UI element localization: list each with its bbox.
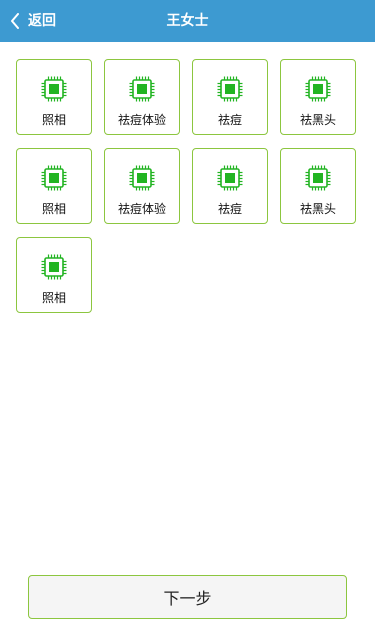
service-tile[interactable]: 祛痘体验 <box>104 148 180 224</box>
service-label: 照相 <box>41 291 66 305</box>
service-label: 祛黑头 <box>299 113 336 127</box>
app-root: 返回 王女士 照相 祛痘体验 祛痘 祛黑头 照相 祛痘体验 祛痘 祛黑头 照相 … <box>0 0 375 630</box>
service-tile[interactable]: 祛痘体验 <box>104 59 180 135</box>
service-label: 照相 <box>41 113 66 127</box>
header-bar: 返回 王女士 <box>0 0 375 42</box>
service-tile[interactable]: 照相 <box>16 237 92 313</box>
chip-icon <box>305 165 331 191</box>
service-tile[interactable]: 祛黑头 <box>280 148 356 224</box>
service-label: 祛痘体验 <box>117 202 166 216</box>
service-label: 祛痘体验 <box>117 113 166 127</box>
service-grid: 照相 祛痘体验 祛痘 祛黑头 照相 祛痘体验 祛痘 祛黑头 照相 <box>16 59 361 313</box>
page-title: 王女士 <box>166 13 209 29</box>
chip-icon <box>217 165 243 191</box>
chip-icon <box>129 76 155 102</box>
service-tile[interactable]: 照相 <box>16 148 92 224</box>
service-label: 祛痘 <box>217 202 242 216</box>
service-tile[interactable]: 祛痘 <box>192 59 268 135</box>
chip-icon <box>217 76 243 102</box>
chip-icon <box>41 76 67 102</box>
service-tile[interactable]: 祛痘 <box>192 148 268 224</box>
service-label: 祛痘 <box>217 113 242 127</box>
chip-icon <box>41 165 67 191</box>
service-tile[interactable]: 照相 <box>16 59 92 135</box>
service-tile[interactable]: 祛黑头 <box>280 59 356 135</box>
service-label: 照相 <box>41 202 66 216</box>
chip-icon <box>305 76 331 102</box>
chip-icon <box>41 254 67 280</box>
chip-icon <box>129 165 155 191</box>
service-label: 祛黑头 <box>299 202 336 216</box>
next-step-button[interactable]: 下一步 <box>28 575 347 619</box>
